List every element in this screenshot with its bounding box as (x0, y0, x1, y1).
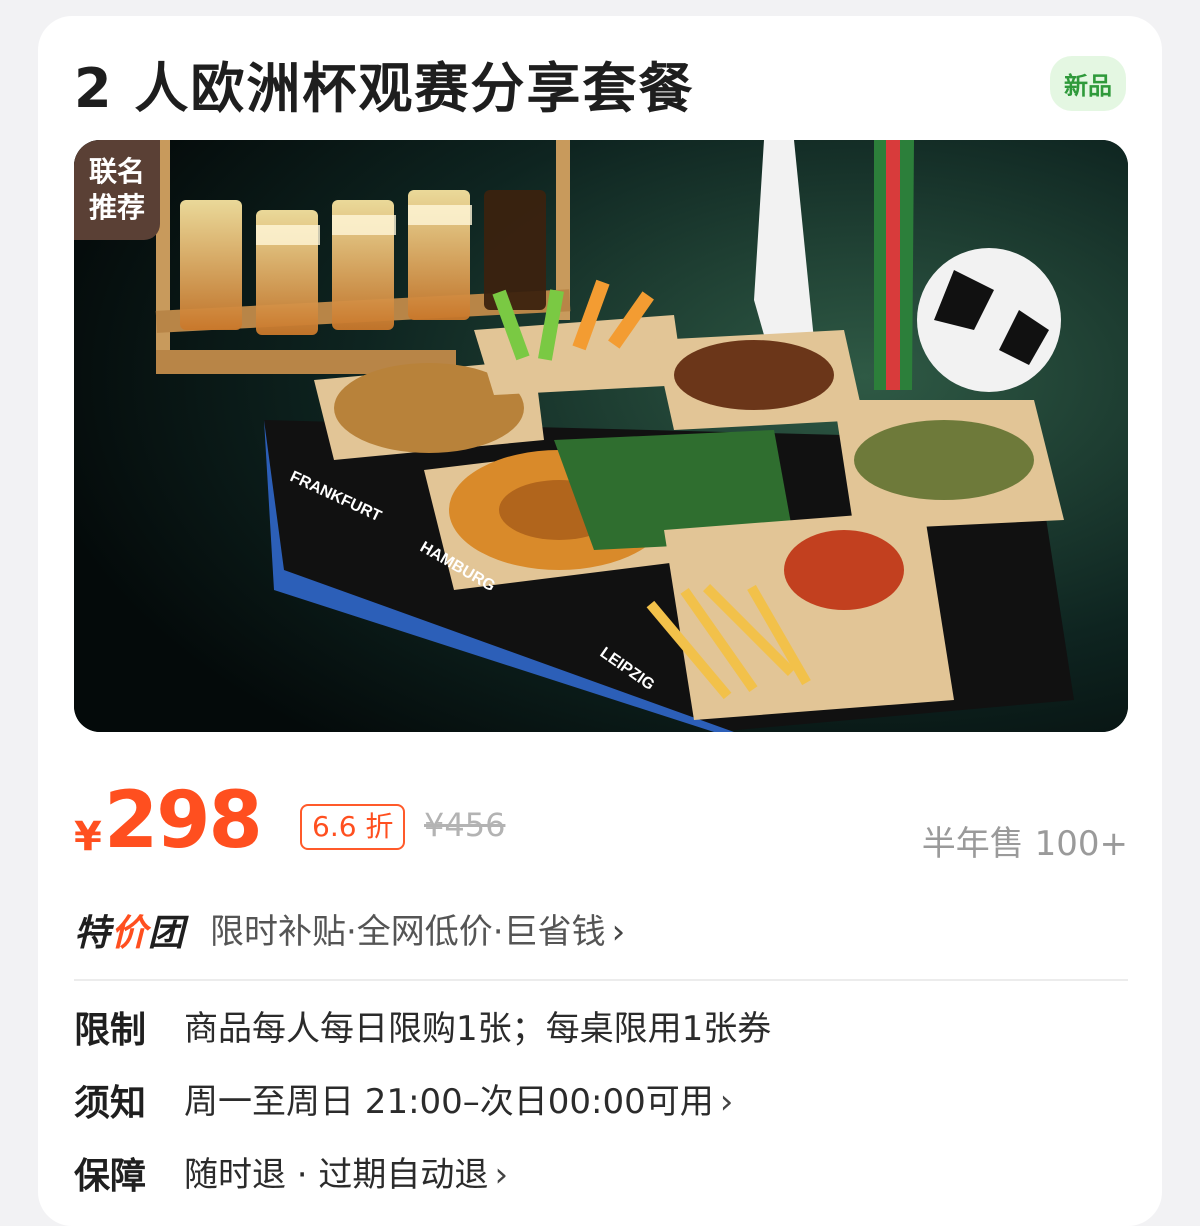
info-row-notice[interactable]: 须知 周一至周日 21:00–次日00:00可用 › (74, 1074, 1128, 1124)
info-row-limit: 限制 商品每人每日限购1张；每桌限用1张券 (74, 1001, 1128, 1051)
price-row: ¥ 298 6.6 折 ¥456 半年售 100+ (74, 776, 1128, 866)
original-price: ¥456 (424, 806, 506, 844)
divider (74, 979, 1128, 981)
chevron-right-icon: › (494, 1155, 509, 1195)
info-label-notice: 须知 (74, 1083, 147, 1124)
deal-title: 2 人欧洲杯观赛分享套餐 (74, 57, 695, 120)
deal-photo[interactable]: FRANKFURT HAMBURG LEIPZIG 联名 推荐 (74, 140, 1128, 732)
recommend-badge: 联名 推荐 (74, 140, 160, 240)
chevron-right-icon: › (719, 1082, 734, 1122)
new-badge: 新品 (1050, 56, 1126, 111)
info-text-limit: 商品每人每日限购1张；每桌限用1张券 (184, 1009, 772, 1049)
sales-count: 半年售 100+ (921, 824, 1128, 864)
info-text-notice: 周一至周日 21:00–次日00:00可用 › (184, 1082, 734, 1122)
info-row-guarantee[interactable]: 保障 随时退 · 过期自动退 › (74, 1147, 1128, 1197)
current-price: 298 (104, 776, 263, 866)
discount-badge: 6.6 折 (300, 804, 406, 850)
tejiatuan-logo: 特价团 (74, 913, 186, 954)
info-label-limit: 限制 (74, 1010, 147, 1051)
recommend-badge-line2: 推荐 (88, 191, 145, 224)
promo-text: 限时补贴·全网低价·巨省钱 › (210, 912, 626, 952)
food-platter-image: FRANKFURT HAMBURG LEIPZIG (74, 140, 1128, 732)
promo-row[interactable]: 特价团 限时补贴·全网低价·巨省钱 › (74, 896, 1128, 954)
info-label-guarantee: 保障 (74, 1156, 147, 1197)
currency-symbol: ¥ (74, 814, 102, 860)
info-text-guarantee: 随时退 · 过期自动退 › (184, 1155, 509, 1195)
chevron-right-icon: › (611, 912, 626, 952)
recommend-badge-line1: 联名 (88, 155, 145, 188)
deal-card: 2 人欧洲杯观赛分享套餐 新品 FRANKFURT HAMBURG LEIPZI… (38, 16, 1162, 1226)
